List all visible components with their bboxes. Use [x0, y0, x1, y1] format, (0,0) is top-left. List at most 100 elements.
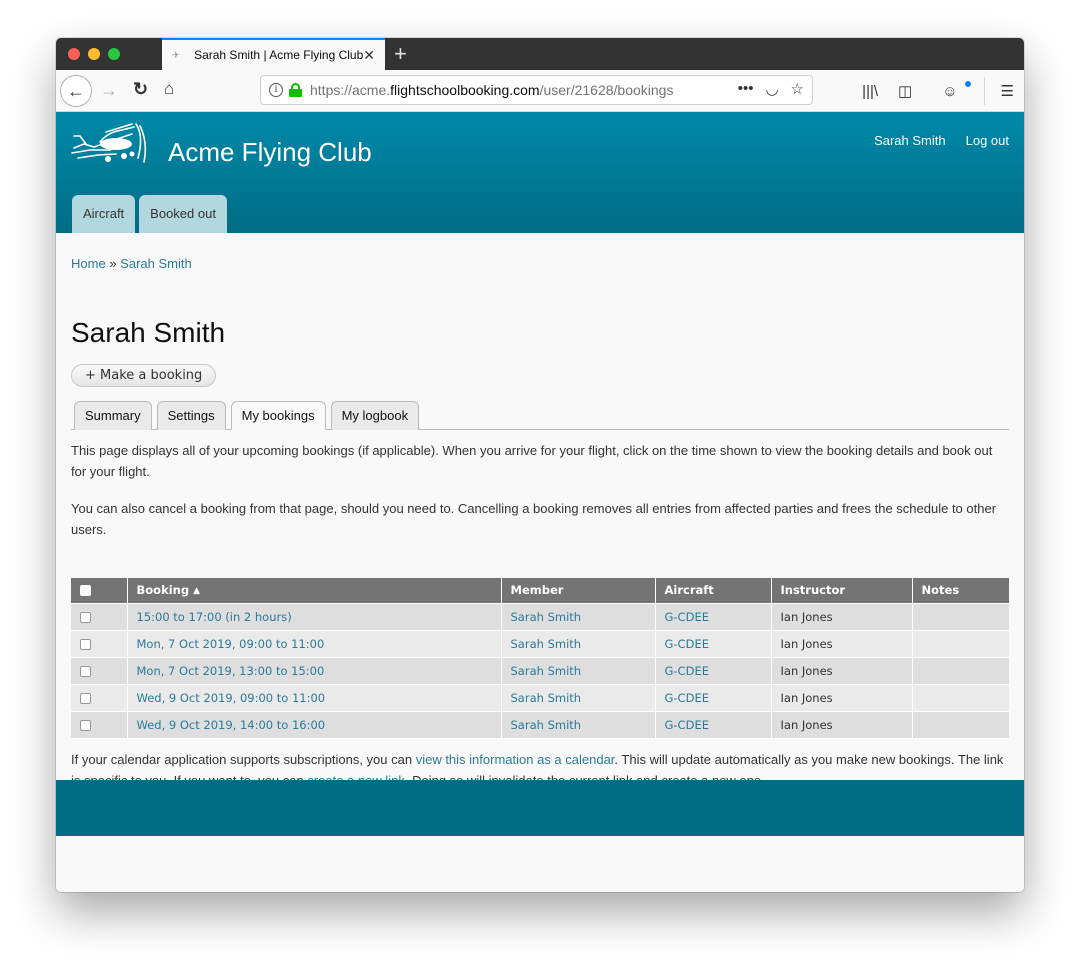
minimize-window-button[interactable]: [88, 48, 100, 60]
column-header-aircraft[interactable]: Aircraft: [655, 577, 772, 605]
aircraft-cell: G-CDEE: [655, 711, 772, 740]
instructor-cell: Ian Jones: [771, 630, 913, 659]
row-checkbox[interactable]: [80, 612, 91, 624]
aircraft-cell: G-CDEE: [655, 630, 772, 659]
logout-link[interactable]: Log out: [966, 133, 1009, 148]
primary-navigation: Aircraft Booked out: [72, 195, 227, 233]
table-row: Wed, 9 Oct 2019, 14:00 to 16:00 Sarah Smi…: [71, 711, 1009, 740]
page-title: Sarah Smith: [71, 317, 226, 348]
tab-settings[interactable]: Settings: [156, 400, 226, 430]
booking-time-link[interactable]: Wed, 9 Oct 2019, 14:00 to 16:00: [137, 718, 326, 732]
table-header-row: Booking ▲ Member Aircraft Instructor Note…: [71, 577, 1009, 605]
bookmark-star-icon[interactable]: ☆: [791, 80, 804, 98]
aircraft-link[interactable]: G-CDEE: [665, 637, 709, 651]
page-actions-icon[interactable]: •••: [738, 80, 754, 98]
booking-time-link[interactable]: Mon, 7 Oct 2019, 13:00 to 15:00: [137, 664, 325, 678]
breadcrumb: Home » Sarah Smith: [71, 256, 1009, 271]
aircraft-link[interactable]: G-CDEE: [665, 664, 709, 678]
tab-summary[interactable]: Summary: [74, 400, 152, 430]
table-row: Wed, 9 Oct 2019, 09:00 to 11:00 Sarah Smi…: [71, 684, 1009, 713]
nav-tab-booked-out[interactable]: Booked out: [139, 195, 227, 233]
member-link[interactable]: Sarah Smith: [511, 691, 582, 705]
view-calendar-link[interactable]: view this information as a calendar: [416, 752, 615, 767]
forward-button[interactable]: →: [100, 80, 118, 101]
window-controls: [68, 48, 120, 60]
member-link[interactable]: Sarah Smith: [511, 610, 582, 624]
tab-bar: ✈ Sarah Smith | Acme Flying Club ✕ +: [56, 38, 1024, 70]
site-header: Acme Flying Club Sarah Smith Log out Air…: [56, 112, 1024, 233]
row-checkbox[interactable]: [80, 639, 91, 651]
booking-time-link[interactable]: 15:00 to 17:00 (in 2 hours): [137, 610, 292, 624]
row-checkbox[interactable]: [80, 666, 91, 678]
navigation-bar: ← → ↻ ⌂ i https://acme. flightschoolbooki…: [56, 70, 1024, 112]
intro-text: This page displays all of your upcoming …: [71, 440, 1009, 540]
aircraft-link[interactable]: G-CDEE: [665, 718, 709, 732]
tab-my-logbook[interactable]: My logbook: [330, 400, 420, 430]
home-button[interactable]: ⌂: [164, 79, 174, 99]
instructor-cell: Ian Jones: [771, 711, 913, 740]
library-icon[interactable]: |||\: [862, 83, 878, 100]
table-row: 15:00 to 17:00 (in 2 hours) Sarah Smith G-…: [71, 603, 1009, 632]
url-domain: flightschoolbooking.com: [390, 82, 540, 98]
user-tabs: Summary Settings My bookings My logbook: [71, 400, 1009, 430]
site-name[interactable]: Acme Flying Club: [168, 137, 372, 168]
member-cell: Sarah Smith: [501, 657, 656, 686]
column-header-member[interactable]: Member: [501, 577, 656, 605]
row-select-cell: [71, 630, 128, 659]
close-tab-icon[interactable]: ✕: [363, 47, 375, 64]
browser-window: ✈ Sarah Smith | Acme Flying Club ✕ + ← →…: [56, 38, 1024, 892]
row-checkbox[interactable]: [80, 693, 91, 705]
member-link[interactable]: Sarah Smith: [511, 718, 582, 732]
row-checkbox[interactable]: [80, 720, 91, 732]
pocket-icon[interactable]: ◡: [765, 80, 778, 98]
aircraft-cell: G-CDEE: [655, 684, 772, 713]
member-link[interactable]: Sarah Smith: [511, 664, 582, 678]
breadcrumb-home[interactable]: Home: [71, 256, 106, 271]
user-profile-link[interactable]: Sarah Smith: [874, 133, 946, 148]
calendar-note-text: If your calendar application supports su…: [71, 752, 416, 768]
notes-cell: [912, 657, 1009, 686]
column-header-instructor[interactable]: Instructor: [771, 577, 913, 605]
row-select-cell: [71, 603, 128, 632]
instructor-cell: Ian Jones: [771, 603, 913, 632]
address-bar[interactable]: i https://acme. flightschoolbooking.com/u…: [260, 75, 813, 105]
new-tab-button[interactable]: +: [394, 41, 407, 67]
aircraft-cell: G-CDEE: [655, 657, 772, 686]
user-menu: Sarah Smith Log out: [874, 133, 1009, 148]
booking-time-link[interactable]: Mon, 7 Oct 2019, 09:00 to 11:00: [137, 637, 325, 651]
url-path: /user/21628/bookings: [539, 82, 674, 98]
row-select-cell: [71, 711, 128, 740]
select-all-checkbox[interactable]: [80, 585, 91, 597]
intro-paragraph: You can also cancel a booking from that …: [71, 500, 997, 537]
info-icon[interactable]: i: [269, 83, 283, 97]
close-window-button[interactable]: [68, 48, 80, 60]
site-footer: [56, 780, 1024, 836]
column-header-booking[interactable]: Booking ▲: [127, 577, 502, 605]
account-icon[interactable]: ☺: [932, 80, 971, 100]
notes-cell: [912, 603, 1009, 632]
make-booking-button[interactable]: + Make a booking: [71, 363, 217, 387]
instructor-cell: Ian Jones: [771, 657, 913, 686]
reload-button[interactable]: ↻: [133, 79, 148, 100]
member-link[interactable]: Sarah Smith: [511, 637, 582, 651]
lock-icon[interactable]: [289, 83, 302, 97]
aircraft-link[interactable]: G-CDEE: [665, 610, 709, 624]
tab-my-bookings[interactable]: My bookings: [230, 400, 326, 430]
back-button[interactable]: ←: [60, 75, 92, 107]
reload-icon: ↻: [133, 79, 149, 99]
menu-icon[interactable]: ☰: [1001, 82, 1014, 100]
member-cell: Sarah Smith: [501, 630, 656, 659]
aircraft-cell: G-CDEE: [655, 603, 772, 632]
booking-cell: Wed, 9 Oct 2019, 14:00 to 16:00: [127, 711, 502, 740]
nav-tab-aircraft[interactable]: Aircraft: [72, 195, 136, 233]
bookings-table: Booking ▲ Member Aircraft Instructor Note…: [71, 577, 1009, 740]
browser-tab[interactable]: ✈ Sarah Smith | Acme Flying Club ✕: [162, 38, 385, 70]
breadcrumb-current[interactable]: Sarah Smith: [120, 256, 192, 271]
sidebar-icon[interactable]: ◫: [898, 82, 912, 100]
sort-ascending-icon[interactable]: ▲: [193, 586, 200, 596]
airplane-logo-icon[interactable]: [70, 122, 152, 168]
booking-time-link[interactable]: Wed, 9 Oct 2019, 09:00 to 11:00: [137, 691, 326, 705]
aircraft-link[interactable]: G-CDEE: [665, 691, 709, 705]
table-row: Mon, 7 Oct 2019, 09:00 to 11:00 Sarah Smi…: [71, 630, 1009, 659]
maximize-window-button[interactable]: [108, 48, 120, 60]
